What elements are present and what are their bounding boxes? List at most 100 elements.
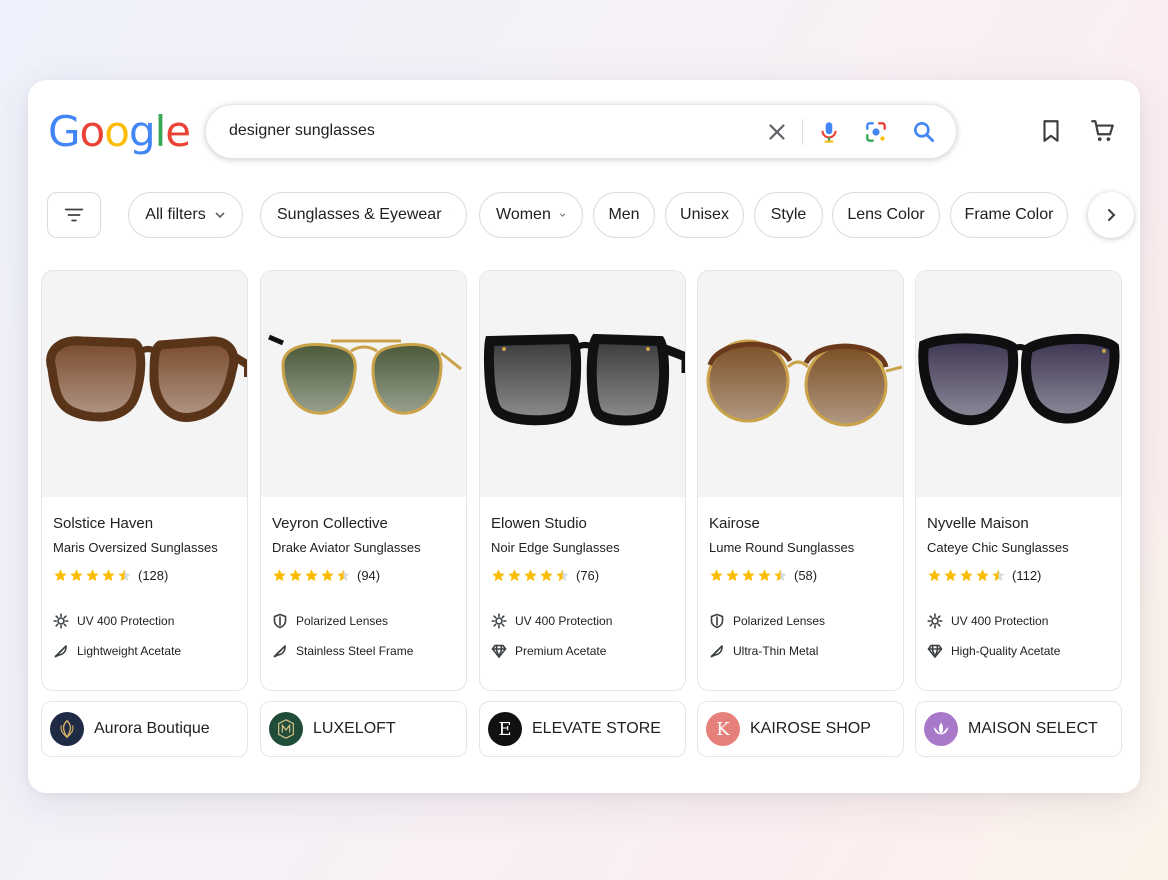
product-brand[interactable]: Solstice Haven — [53, 515, 153, 532]
product-image[interactable] — [42, 271, 247, 497]
star-icon — [86, 569, 99, 582]
feature-text: Premium Acetate — [515, 644, 607, 658]
bookmark-icon[interactable] — [1038, 118, 1064, 144]
sunglasses-image[interactable] — [698, 271, 903, 497]
product-name[interactable]: Lume Round Sunglasses — [709, 540, 854, 555]
lens-camera-icon[interactable] — [863, 119, 889, 145]
product-image[interactable] — [261, 271, 466, 497]
product-feature: UV 400 Protection — [53, 613, 174, 629]
star-icon — [710, 569, 723, 582]
chip-label: Style — [770, 206, 807, 223]
chip-men[interactable]: Men — [593, 192, 655, 238]
microphone-icon[interactable] — [816, 119, 842, 145]
product-feature: UV 400 Protection — [927, 613, 1048, 629]
star-icon — [508, 569, 521, 582]
sunglasses-image[interactable] — [261, 271, 466, 497]
star-icon — [492, 569, 505, 582]
product-card[interactable]: Elowen Studio Noir Edge Sunglasses (76) … — [479, 270, 686, 691]
store-logo[interactable] — [50, 712, 84, 746]
sunglasses-image[interactable] — [42, 271, 247, 497]
store-name[interactable]: MAISON SELECT — [968, 720, 1098, 738]
chip-sunglasses-eyewear[interactable]: Sunglasses & Eyewear — [260, 192, 467, 238]
store-link[interactable]: E ELEVATE STORE — [479, 701, 686, 757]
product-card[interactable]: Solstice Haven Maris Oversized Sunglasse… — [41, 270, 248, 691]
star-icon — [928, 569, 941, 582]
feather-icon — [273, 645, 286, 658]
filter-settings-button[interactable] — [47, 192, 101, 238]
product-card[interactable]: Veyron Collective Drake Aviator Sunglass… — [260, 270, 467, 691]
store-name[interactable]: Aurora Boutique — [94, 720, 210, 738]
store-link[interactable]: LUXELOFT — [260, 701, 467, 757]
chip-all-filters[interactable]: All filters — [128, 192, 243, 238]
product-image[interactable] — [916, 271, 1121, 497]
product-image[interactable] — [698, 271, 903, 497]
star-rating — [491, 568, 570, 583]
feature-text: UV 400 Protection — [515, 614, 613, 628]
product-feature: Stainless Steel Frame — [272, 643, 413, 659]
store-name[interactable]: KAIROSE SHOP — [750, 720, 871, 738]
store-logo[interactable]: K — [706, 712, 740, 746]
store-link[interactable]: MAISON SELECT — [915, 701, 1122, 757]
chip-style[interactable]: Style — [754, 192, 823, 238]
star-icon — [742, 569, 755, 582]
search-bar[interactable]: designer sunglasses — [205, 104, 957, 159]
chips-next-button[interactable] — [1088, 192, 1134, 238]
feature-text: UV 400 Protection — [951, 614, 1049, 628]
chip-women[interactable]: Women — [479, 192, 583, 238]
product-name[interactable]: Drake Aviator Sunglasses — [272, 540, 421, 555]
product-card[interactable]: Kairose Lume Round Sunglasses (58) Polar… — [697, 270, 904, 691]
product-rating: (112) — [927, 568, 1041, 583]
chip-label: Sunglasses & Eyewear — [277, 206, 442, 223]
chip-lens-color[interactable]: Lens Color — [832, 192, 940, 238]
product-feature: High-Quality Acetate — [927, 643, 1060, 659]
star-icon — [556, 569, 569, 582]
product-brand[interactable]: Nyvelle Maison — [927, 515, 1029, 532]
star-icon — [976, 569, 989, 582]
sunglasses-image[interactable] — [916, 271, 1121, 497]
cart-icon[interactable] — [1090, 118, 1116, 144]
store-name[interactable]: ELEVATE STORE — [532, 720, 661, 738]
store-link[interactable]: Aurora Boutique — [41, 701, 248, 757]
product-brand[interactable]: Veyron Collective — [272, 515, 388, 532]
product-brand[interactable]: Elowen Studio — [491, 515, 587, 532]
star-icon — [540, 569, 553, 582]
star-icon — [758, 569, 771, 582]
diamond-icon — [927, 644, 943, 658]
product-name[interactable]: Noir Edge Sunglasses — [491, 540, 620, 555]
star-icon — [102, 569, 115, 582]
store-name[interactable]: LUXELOFT — [313, 720, 396, 738]
store-logo[interactable] — [269, 712, 303, 746]
review-count: (128) — [138, 568, 169, 583]
feather-icon — [54, 645, 67, 658]
sunglasses-image[interactable] — [480, 271, 685, 497]
clear-icon[interactable] — [764, 119, 790, 145]
google-logo[interactable]: Google — [48, 107, 191, 156]
star-icon — [321, 569, 334, 582]
product-card[interactable]: Nyvelle Maison Cateye Chic Sunglasses (1… — [915, 270, 1122, 691]
star-icon — [774, 569, 787, 582]
product-image[interactable] — [480, 271, 685, 497]
chevron-down-icon — [559, 213, 566, 217]
product-feature: UV 400 Protection — [491, 613, 612, 629]
chip-label: Frame Color — [964, 206, 1054, 223]
star-icon — [54, 569, 67, 582]
chip-frame-color[interactable]: Frame Color — [950, 192, 1068, 238]
store-logo[interactable] — [924, 712, 958, 746]
product-name[interactable]: Maris Oversized Sunglasses — [53, 540, 218, 555]
store-link[interactable]: K KAIROSE SHOP — [697, 701, 904, 757]
feature-text: Polarized Lenses — [733, 614, 826, 628]
lotus-icon — [933, 722, 949, 735]
feature-text: Lightweight Acetate — [77, 644, 182, 658]
chip-unisex[interactable]: Unisex — [665, 192, 744, 238]
product-name[interactable]: Cateye Chic Sunglasses — [927, 540, 1069, 555]
search-divider — [802, 119, 803, 145]
store-logo[interactable]: E — [488, 712, 522, 746]
star-icon — [305, 569, 318, 582]
star-rating — [53, 568, 132, 583]
search-icon[interactable] — [911, 119, 937, 145]
product-brand[interactable]: Kairose — [709, 515, 760, 532]
feature-text: Ultra-Thin Metal — [733, 644, 819, 658]
search-input[interactable]: designer sunglasses — [229, 122, 375, 140]
chip-label: All filters — [145, 206, 206, 223]
logo-letter: l — [154, 107, 167, 156]
